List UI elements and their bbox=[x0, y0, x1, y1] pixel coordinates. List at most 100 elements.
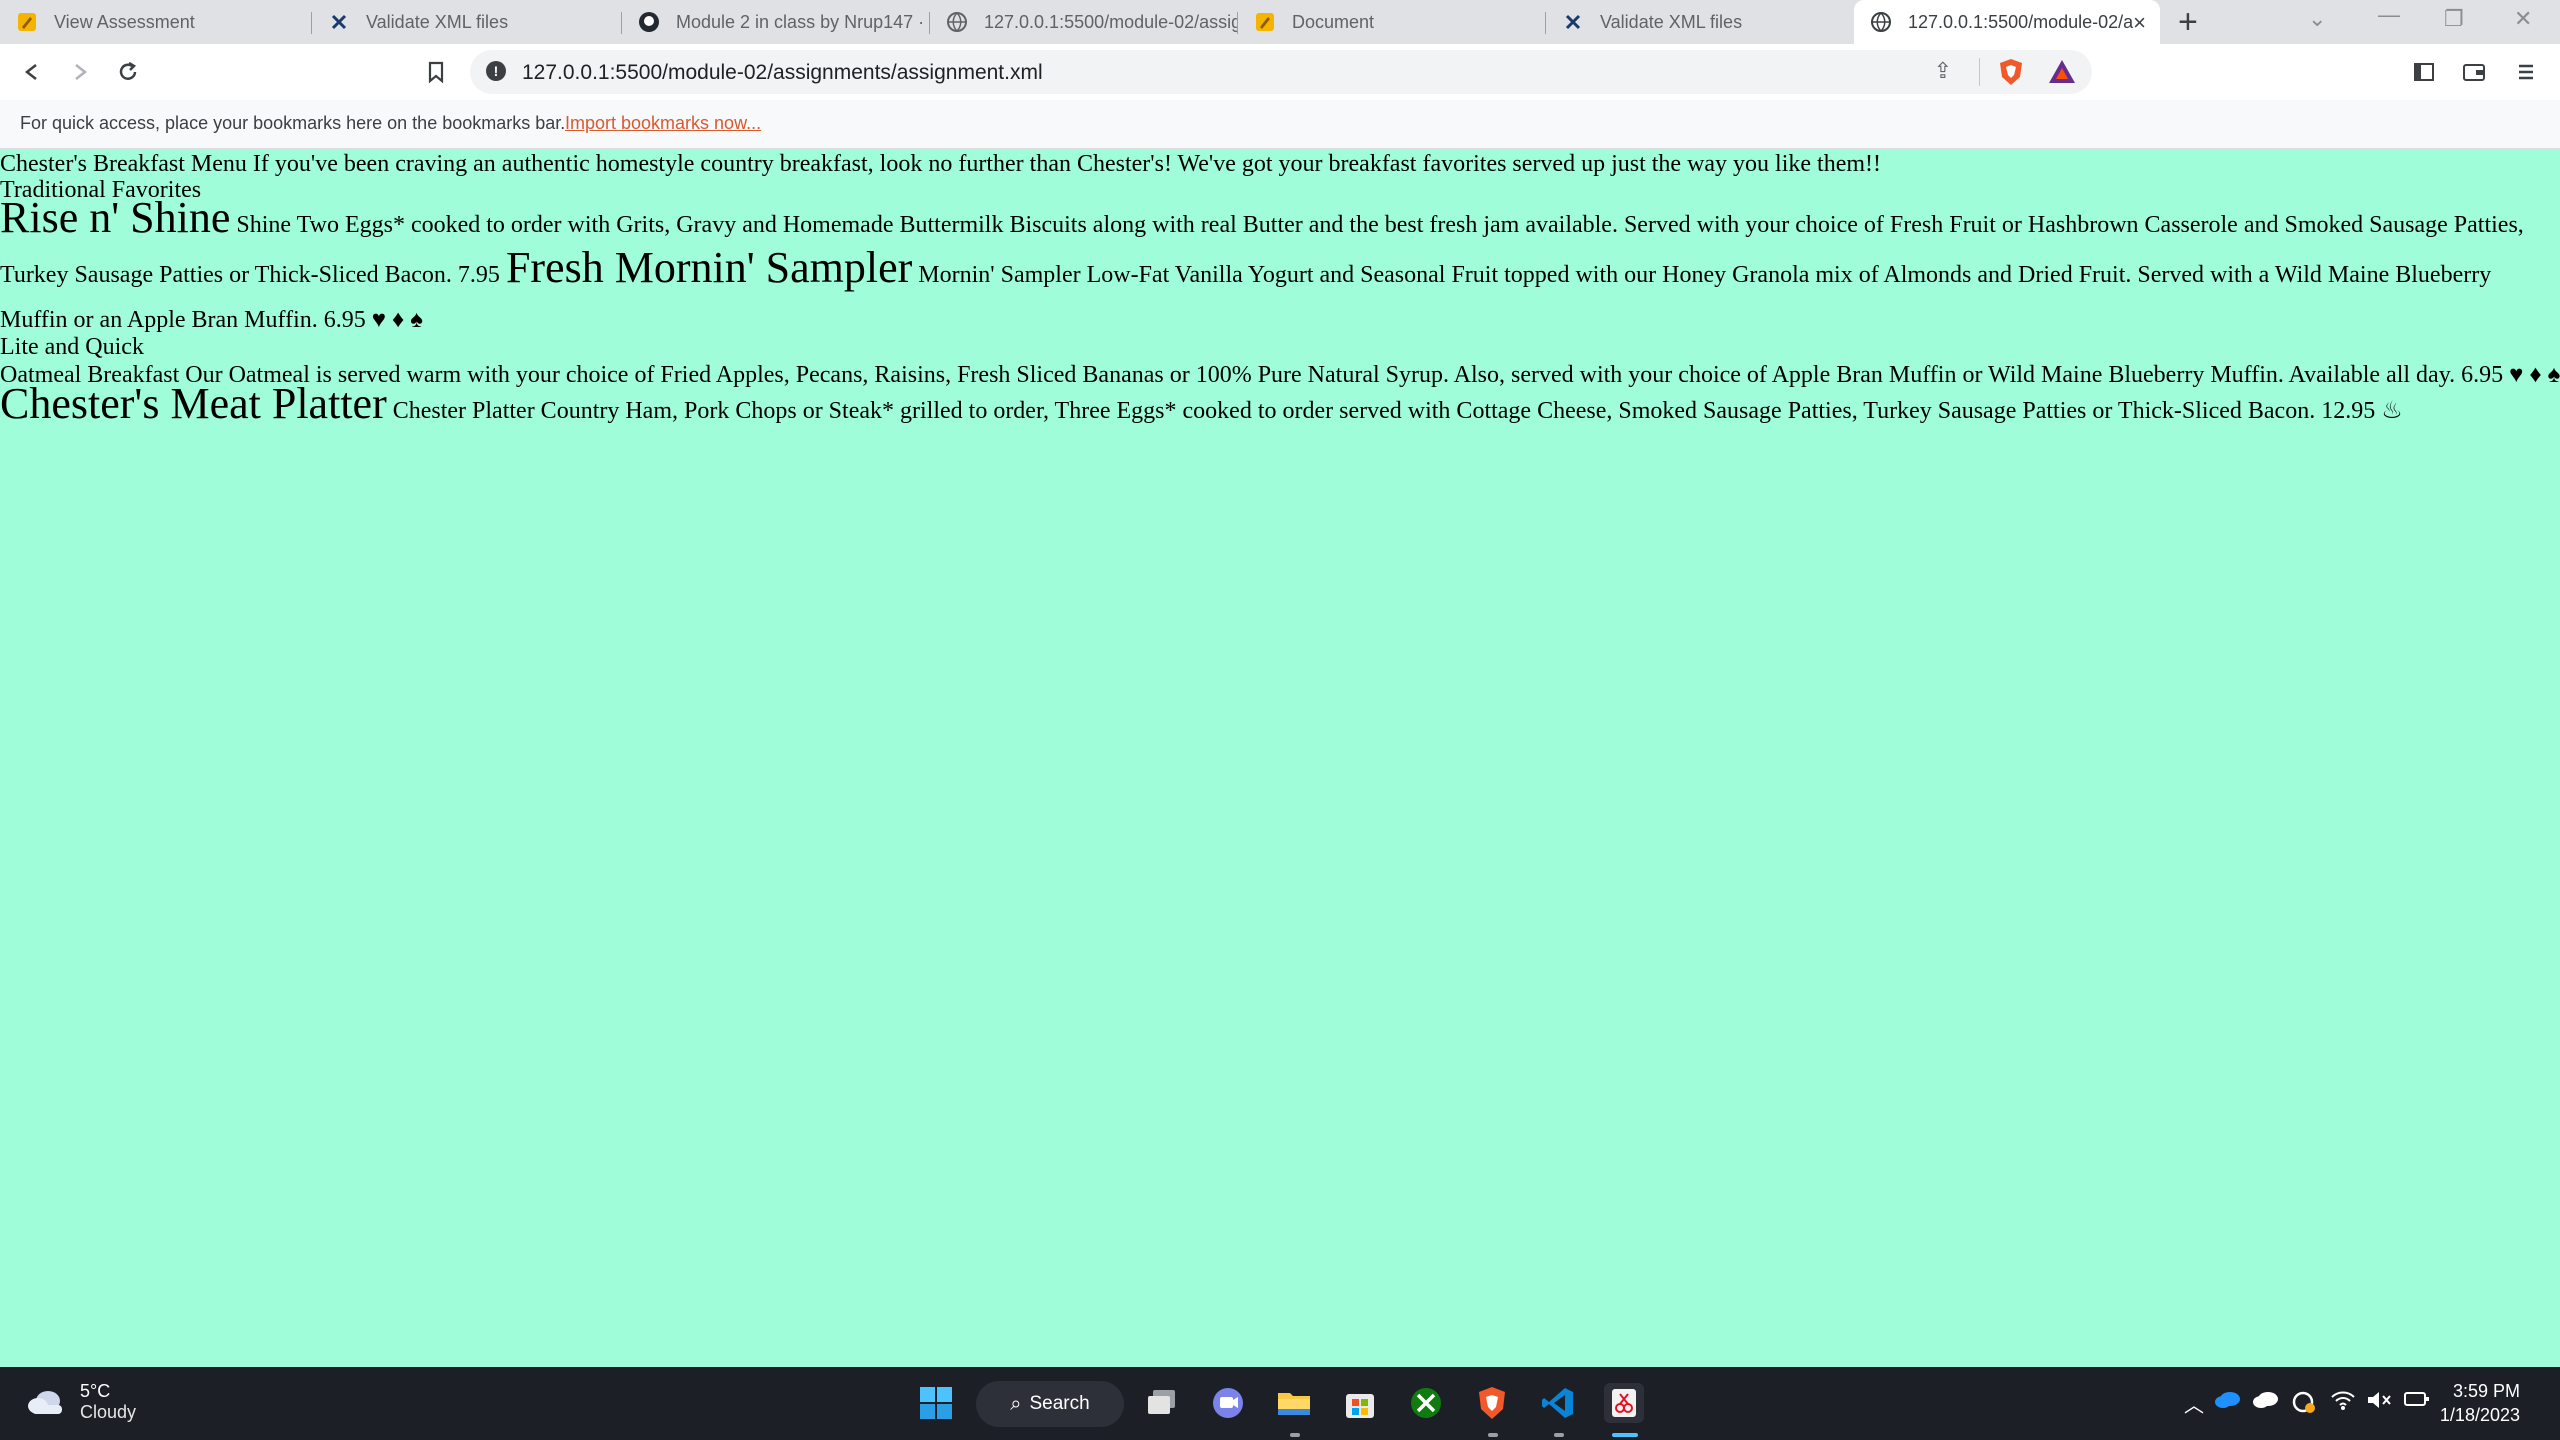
task-view-icon bbox=[1148, 1390, 1175, 1414]
x-logo-icon bbox=[1562, 11, 1584, 33]
menu-button[interactable] bbox=[2508, 54, 2544, 90]
forward-arrow-icon bbox=[75, 64, 88, 80]
url-text[interactable]: 127.0.0.1:5500/module-02/assignments/ass… bbox=[522, 61, 1043, 85]
brave-browser-button[interactable] bbox=[1472, 1383, 1512, 1423]
folder-icon bbox=[1278, 1393, 1310, 1415]
snipping-tool-button[interactable] bbox=[1604, 1383, 1644, 1423]
tab-title: Document bbox=[1292, 11, 1375, 32]
bookmarks-message: For quick access, place your bookmarks h… bbox=[20, 113, 566, 133]
taskbar-search[interactable]: ⌕ Search bbox=[976, 1381, 1124, 1427]
hamburger-menu-icon bbox=[2519, 64, 2533, 80]
menu-intro: Chester's Breakfast Menu If you've been … bbox=[0, 151, 1882, 177]
x-logo-icon bbox=[328, 11, 350, 33]
import-bookmarks-link[interactable]: Import bookmarks now... bbox=[565, 113, 761, 134]
wallet-icon bbox=[2463, 64, 2485, 81]
item-description: Mornin' Sampler Low-Fat Vanilla Yogurt a… bbox=[918, 262, 2492, 288]
minimize-icon[interactable]: — bbox=[2378, 2, 2400, 28]
menu-item-sampler-end: Muffin or an Apple Bran Muffin. 6.95 ♥ ♦… bbox=[0, 307, 423, 333]
tab-validate-xml-2[interactable]: Validate XML files bbox=[1546, 0, 1854, 44]
new-tab-button[interactable]: + bbox=[2178, 4, 2198, 40]
github-icon bbox=[638, 11, 660, 33]
back-button[interactable] bbox=[14, 54, 50, 90]
weather-widget[interactable]: 5°C Cloudy bbox=[26, 1381, 136, 1423]
menu-item-rise-n-shine: Rise n' Shine Shine Two Eggs* cooked to … bbox=[0, 196, 2524, 240]
wifi-icon[interactable] bbox=[2330, 1389, 2356, 1417]
section-lite-and-quick: Lite and Quick bbox=[0, 334, 144, 360]
onedrive-icon[interactable] bbox=[2214, 1389, 2242, 1415]
tab-localhost-active[interactable]: 127.0.0.1:5500/module-02/a × bbox=[1854, 0, 2160, 44]
show-hidden-icons-chevron-icon[interactable]: ︿ bbox=[2184, 1389, 2204, 1418]
brave-rewards-icon[interactable] bbox=[2048, 58, 2076, 86]
tab-title: Validate XML files bbox=[366, 11, 509, 32]
tab-strip: View Assessment Validate XML files Modul… bbox=[0, 0, 2560, 44]
tab-title: View Assessment bbox=[54, 11, 195, 32]
cloud-icon bbox=[26, 1389, 66, 1415]
vscode-icon bbox=[1542, 1388, 1573, 1418]
xbox-icon bbox=[1411, 1388, 1441, 1418]
pencil-icon bbox=[16, 11, 38, 33]
window-close-icon[interactable]: ✕ bbox=[2514, 6, 2532, 32]
start-button[interactable] bbox=[916, 1383, 956, 1423]
tab-title: 127.0.0.1:5500/module-02/a bbox=[1908, 11, 2134, 32]
wallet-button[interactable] bbox=[2456, 54, 2492, 90]
windows-logo-icon bbox=[920, 1387, 952, 1419]
item-title: Chester's Meat Platter bbox=[0, 379, 387, 428]
item-description: Turkey Sausage Patties or Thick-Sliced B… bbox=[0, 262, 500, 288]
tab-title: Validate XML files bbox=[1600, 11, 1743, 32]
file-explorer-button[interactable] bbox=[1274, 1383, 1314, 1423]
brave-shields-icon[interactable] bbox=[1998, 58, 2024, 86]
tab-localhost-assig[interactable]: 127.0.0.1:5500/module-02/assig bbox=[930, 0, 1238, 44]
tab-github-module2[interactable]: Module 2 in class by Nrup147 · bbox=[622, 0, 930, 44]
tab-document[interactable]: Document bbox=[1238, 0, 1546, 44]
brave-icon bbox=[1479, 1387, 1505, 1419]
address-bar[interactable]: ! 127.0.0.1:5500/module-02/assignments/a… bbox=[470, 50, 2092, 94]
browser-toolbar: ! 127.0.0.1:5500/module-02/assignments/a… bbox=[0, 44, 2560, 100]
xbox-button[interactable] bbox=[1406, 1383, 1446, 1423]
item-description: Chester Platter Country Ham, Pork Chops … bbox=[392, 398, 2403, 424]
sync-icon[interactable] bbox=[2290, 1389, 2316, 1421]
teams-chat-button[interactable] bbox=[1208, 1383, 1248, 1423]
clock-time: 3:59 PM bbox=[2452, 1381, 2520, 1401]
share-icon[interactable]: ⇪ bbox=[1934, 58, 1952, 84]
forward-button[interactable] bbox=[62, 54, 98, 90]
tab-view-assessment[interactable]: View Assessment bbox=[0, 0, 312, 44]
weather-condition: Cloudy bbox=[80, 1402, 137, 1422]
search-label: Search bbox=[1029, 1393, 1090, 1414]
bookmarks-bar: For quick access, place your bookmarks h… bbox=[0, 100, 2560, 149]
sidebar-icon bbox=[2414, 63, 2434, 81]
menu-item-line: Turkey Sausage Patties or Thick-Sliced B… bbox=[0, 246, 2492, 290]
onedrive-personal-icon[interactable] bbox=[2252, 1389, 2280, 1415]
tab-validate-xml[interactable]: Validate XML files bbox=[312, 0, 622, 44]
globe-icon bbox=[946, 11, 968, 33]
store-icon bbox=[1346, 1394, 1374, 1418]
clock-date: 1/18/2023 bbox=[2439, 1405, 2520, 1425]
bookmark-button[interactable] bbox=[418, 54, 454, 90]
weather-temperature: 5°C bbox=[80, 1381, 111, 1401]
task-view-button[interactable] bbox=[1142, 1383, 1182, 1423]
microsoft-store-button[interactable] bbox=[1340, 1383, 1380, 1423]
volume-muted-icon[interactable] bbox=[2366, 1389, 2392, 1417]
item-title: Fresh Mornin' Sampler bbox=[505, 243, 913, 292]
search-icon: ⌕ bbox=[1010, 1392, 1022, 1415]
chat-icon bbox=[1213, 1388, 1243, 1418]
tab-search-chevron-icon[interactable]: ⌄ bbox=[2308, 6, 2326, 32]
item-description: Shine Two Eggs* cooked to order with Gri… bbox=[236, 212, 2524, 238]
close-icon[interactable]: × bbox=[2133, 10, 2146, 36]
reload-button[interactable] bbox=[110, 54, 146, 90]
tab-title: Module 2 in class by Nrup147 · bbox=[676, 11, 925, 32]
menu-item-meat-platter: Chester's Meat Platter Chester Platter C… bbox=[0, 382, 2403, 426]
taskbar: 5°C Cloudy ⌕ Search ︿ 3:59 PM 1/18/2023 bbox=[0, 1367, 2560, 1440]
battery-icon[interactable] bbox=[2404, 1389, 2430, 1415]
system-clock[interactable]: 3:59 PM 1/18/2023 bbox=[2440, 1379, 2520, 1427]
reload-icon bbox=[119, 61, 137, 80]
snipping-tool-icon bbox=[1612, 1389, 1636, 1417]
pencil-icon bbox=[1254, 11, 1276, 33]
tab-title: 127.0.0.1:5500/module-02/assig bbox=[984, 11, 1238, 32]
site-info-icon[interactable]: ! bbox=[486, 61, 506, 81]
restore-icon[interactable]: ❐ bbox=[2444, 6, 2464, 32]
globe-icon bbox=[1870, 11, 1892, 33]
sidebar-button[interactable] bbox=[2406, 54, 2442, 90]
back-arrow-icon bbox=[24, 64, 37, 80]
page-content: Chester's Breakfast Menu If you've been … bbox=[0, 149, 2560, 1367]
vscode-button[interactable] bbox=[1538, 1383, 1578, 1423]
